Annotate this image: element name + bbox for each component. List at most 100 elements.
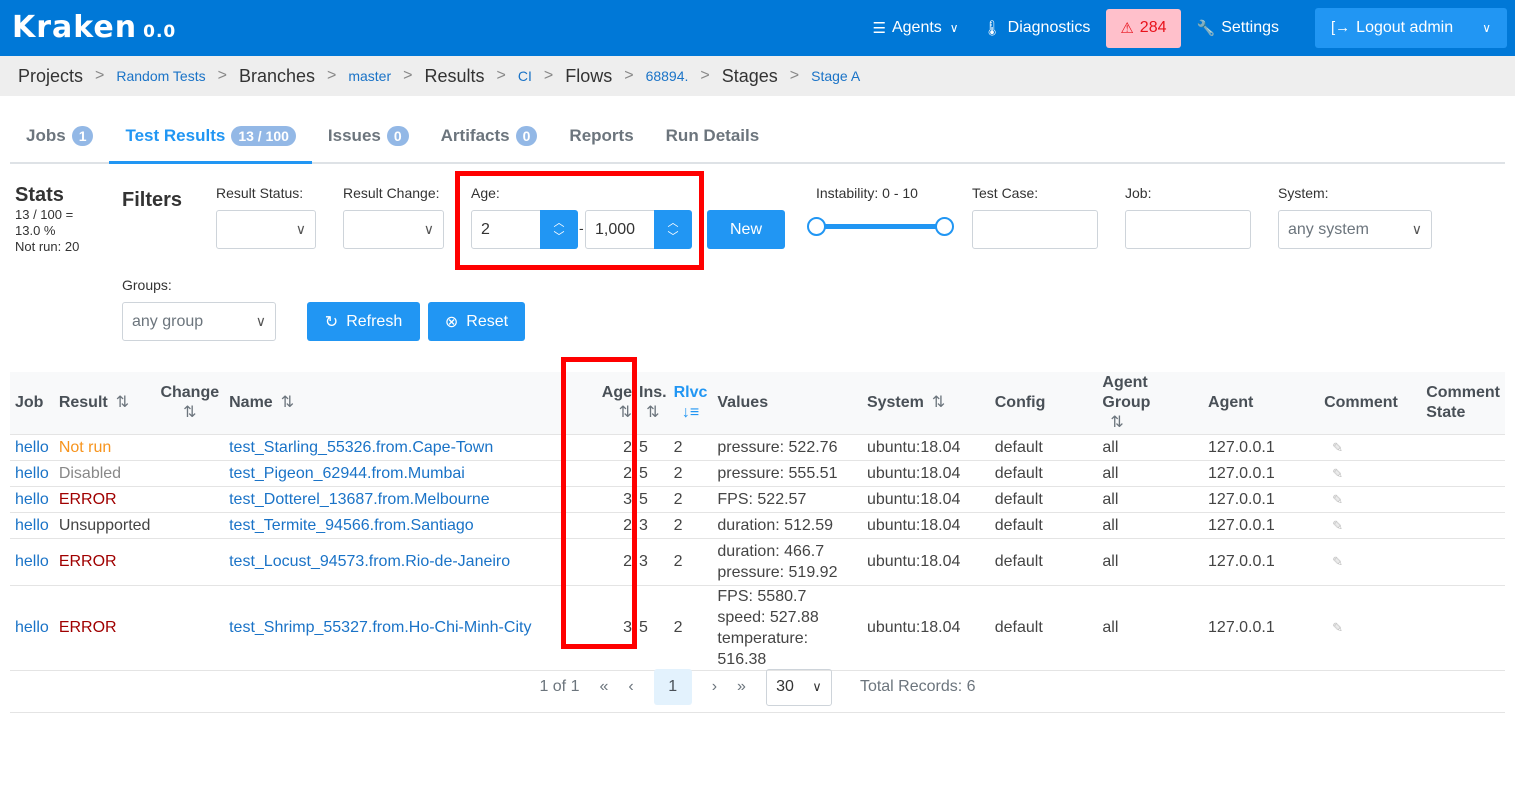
sort-icon[interactable]: ⇅ xyxy=(160,403,219,423)
col-instability[interactable]: Ins. ⇅ xyxy=(637,372,669,434)
logout-button[interactable]: [→ Logout admin ∨ xyxy=(1315,8,1507,48)
sort-icon[interactable]: ⇅ xyxy=(116,394,129,411)
table-row: hello Not run test_Starling_55326.from.Cap… xyxy=(10,433,1505,460)
settings-link[interactable]: 🔧 Settings xyxy=(1185,8,1292,48)
test-case-input[interactable] xyxy=(972,210,1098,249)
sort-desc-icon[interactable]: ↓≡ xyxy=(674,403,708,423)
col-system[interactable]: System ⇅ xyxy=(861,372,990,434)
groups-select[interactable]: any group ∨ xyxy=(122,302,276,341)
tab-reports[interactable]: Reports xyxy=(553,110,649,162)
job-link: hello xyxy=(10,584,54,671)
table-row: hello Disabled test_Pigeon_62944.from.Mumb… xyxy=(10,459,1505,486)
first-page-button[interactable]: « xyxy=(599,678,608,696)
sort-icon[interactable]: ⇅ xyxy=(639,403,667,423)
test-name-link-text[interactable]: test_Locust_94573.from.Rio-de-Janeiro xyxy=(229,553,510,570)
system-cell: ubuntu:18.04 xyxy=(861,433,990,460)
test-case-label: Test Case: xyxy=(972,185,1039,201)
job-link-text[interactable]: hello xyxy=(15,619,49,636)
result-status-select[interactable]: ∨ xyxy=(216,210,316,249)
system-select[interactable]: any system ∨ xyxy=(1278,210,1432,249)
last-page-button[interactable]: » xyxy=(737,678,746,696)
edit-comment-icon[interactable]: ✎ xyxy=(1332,466,1343,481)
col-agent-group[interactable]: Agent Group ⇅ xyxy=(1097,372,1204,434)
edit-comment-icon[interactable]: ✎ xyxy=(1332,440,1343,455)
agent-cell-text: 127.0.0.1 xyxy=(1208,619,1275,636)
relevance-cell-text: 2 xyxy=(673,516,683,534)
comment-state-cell xyxy=(1421,511,1505,538)
page-size-select[interactable]: 30 ∨ xyxy=(765,668,832,706)
job-link-text[interactable]: hello xyxy=(15,491,49,508)
breadcrumb-item[interactable]: CI xyxy=(518,68,532,84)
test-name-link-text[interactable]: test_Starling_55326.from.Cape-Town xyxy=(229,439,493,456)
job-link-text[interactable]: hello xyxy=(15,465,49,482)
tab-issues[interactable]: Issues 0 xyxy=(312,110,425,162)
sort-icon[interactable]: ⇅ xyxy=(281,394,294,411)
edit-comment-icon[interactable]: ✎ xyxy=(1332,554,1343,569)
col-agent-label: Agent xyxy=(1208,393,1254,411)
instability-min-handle[interactable] xyxy=(807,217,826,236)
agent-group-cell: all xyxy=(1097,433,1204,460)
next-page-button[interactable]: › xyxy=(712,678,717,696)
breadcrumb-item[interactable]: 68894. xyxy=(646,68,689,84)
tab-artifacts[interactable]: Artifacts 0 xyxy=(425,110,554,162)
result-change-select[interactable]: ∨ xyxy=(343,210,444,249)
breadcrumb-item[interactable]: master xyxy=(348,68,391,84)
job-link: hello xyxy=(10,511,54,538)
job-link-text[interactable]: hello xyxy=(15,553,49,570)
tab-test-results[interactable]: Test Results 13 / 100 xyxy=(109,110,312,164)
prev-page-button[interactable]: ‹ xyxy=(628,678,633,696)
change-cell xyxy=(155,433,225,460)
col-relevance[interactable]: Rlvc ↓≡ xyxy=(668,372,713,434)
breadcrumb-item[interactable]: Random Tests xyxy=(116,68,205,84)
change-cell xyxy=(155,459,225,486)
chevron-right-icon: > xyxy=(789,67,800,84)
breadcrumb-item: Branches xyxy=(238,65,315,86)
job-link-text[interactable]: hello xyxy=(15,439,49,456)
chevron-down-icon[interactable]: ∨ xyxy=(1482,21,1491,35)
edit-comment-icon[interactable]: ✎ xyxy=(1332,620,1343,635)
test-name-link-text[interactable]: test_Dotterel_13687.from.Melbourne xyxy=(229,491,490,508)
job-link: hello xyxy=(10,433,54,460)
test-name-link-text[interactable]: test_Pigeon_62944.from.Mumbai xyxy=(229,465,465,482)
system-cell: ubuntu:18.04 xyxy=(861,485,990,512)
diagnostics-link[interactable]: 🌡 Diagnostics xyxy=(971,8,1103,48)
age-column-highlight xyxy=(561,357,637,649)
current-page-button[interactable]: 1 xyxy=(653,669,692,705)
test-name-link-text[interactable]: test_Shrimp_55327.from.Ho-Chi-Minh-City xyxy=(229,619,531,636)
sort-icon[interactable]: ⇅ xyxy=(932,394,945,411)
new-button[interactable]: New xyxy=(707,210,785,249)
instability-slider-track[interactable] xyxy=(816,224,944,229)
system-cell: ubuntu:18.04 xyxy=(861,511,990,538)
relevance-cell-text: 2 xyxy=(673,464,683,482)
reset-button[interactable]: ⊗ Reset xyxy=(428,302,525,341)
job-input[interactable] xyxy=(1125,210,1251,249)
total-records: Total Records: 6 xyxy=(859,678,976,695)
test-name-link-text[interactable]: test_Termite_94566.from.Santiago xyxy=(229,517,474,534)
breadcrumb-item: Projects xyxy=(18,65,84,86)
col-name[interactable]: Name ⇅ xyxy=(224,372,593,434)
kraken-logo[interactable]: Kraken 0.0 xyxy=(12,10,176,45)
agents-menu[interactable]: ☰ Agents ∨ xyxy=(861,8,971,48)
value-line: duration: 466.7 xyxy=(717,542,825,560)
col-change[interactable]: Change ⇅ xyxy=(155,372,225,434)
value-line: pressure: 522.76 xyxy=(717,438,838,456)
breadcrumb-item[interactable]: Stage A xyxy=(811,68,860,84)
relevance-cell: 2 xyxy=(668,584,713,671)
tab-run-details[interactable]: Run Details xyxy=(650,110,776,162)
values-cell: duration: 466.7 pressure: 519.92 xyxy=(712,537,862,585)
config-cell: default xyxy=(989,459,1098,486)
result-status: Not run xyxy=(53,433,156,460)
sort-icon[interactable]: ⇅ xyxy=(1102,413,1198,433)
change-cell xyxy=(155,511,225,538)
refresh-button[interactable]: ↻ Refresh xyxy=(307,302,420,341)
tab-jobs[interactable]: Jobs 1 xyxy=(10,110,109,162)
edit-comment-icon[interactable]: ✎ xyxy=(1332,518,1343,533)
edit-comment-icon[interactable]: ✎ xyxy=(1332,492,1343,507)
agent-group-cell-text: all xyxy=(1102,464,1119,482)
instability-max-handle[interactable] xyxy=(935,217,954,236)
job-link-text[interactable]: hello xyxy=(15,517,49,534)
alerts-button[interactable]: ⚠ 284 xyxy=(1106,8,1181,48)
agent-cell-text: 127.0.0.1 xyxy=(1208,553,1275,570)
col-result[interactable]: Result ⇅ xyxy=(53,372,156,434)
table-header-row: Job Result ⇅ Change ⇅ Name ⇅ Age ⇅ Ins. ⇅ Rlv… xyxy=(10,372,1505,434)
